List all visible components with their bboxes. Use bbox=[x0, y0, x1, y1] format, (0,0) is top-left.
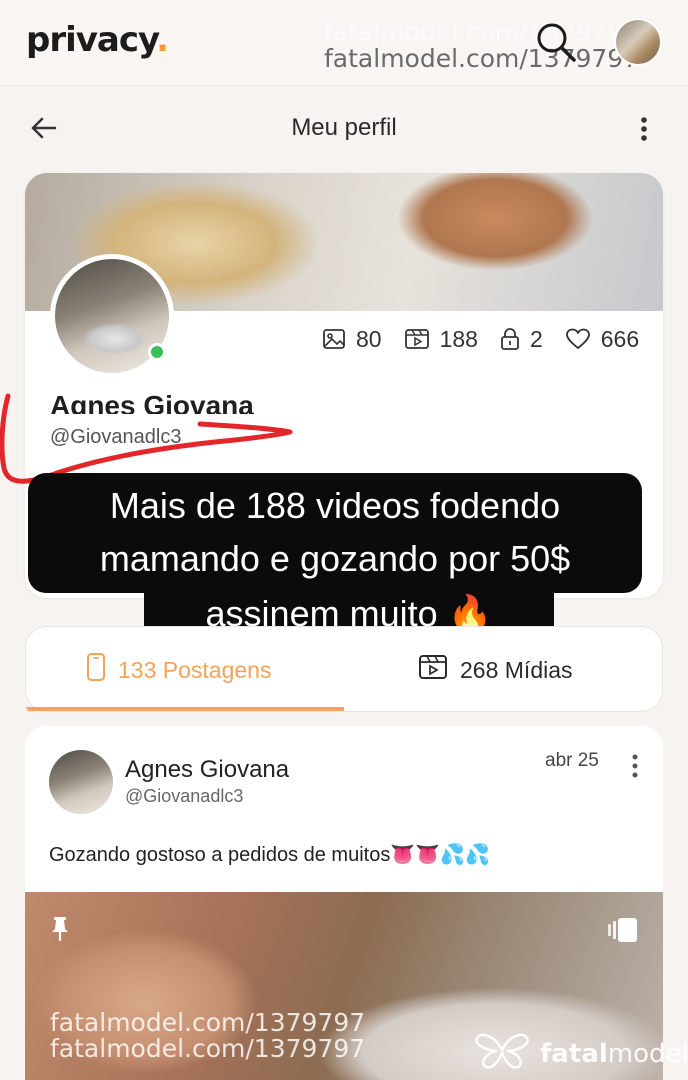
tab-posts[interactable]: 133 Postagens bbox=[86, 627, 271, 713]
post-author-avatar[interactable] bbox=[49, 750, 113, 814]
image-icon bbox=[322, 328, 346, 350]
video-icon bbox=[418, 654, 448, 686]
gallery-icon bbox=[607, 916, 639, 944]
watermark-ghost-text: fatalmodel.com/1379797 bbox=[324, 18, 640, 47]
more-vertical-icon[interactable] bbox=[625, 752, 645, 780]
stat-videos[interactable]: 188 bbox=[404, 326, 478, 353]
post-date: abr 25 bbox=[545, 750, 599, 771]
video-icon bbox=[404, 328, 430, 350]
privacy-logo[interactable]: privacy. bbox=[26, 20, 169, 60]
user-avatar[interactable] bbox=[614, 18, 662, 66]
post-author-handle[interactable]: @Giovanadlc3 bbox=[125, 786, 243, 807]
more-vertical-icon[interactable] bbox=[632, 114, 656, 144]
watermark-text-top: fatalmodel.com/1379797 bbox=[324, 44, 640, 73]
stat-photos[interactable]: 80 bbox=[322, 326, 382, 353]
lock-icon bbox=[500, 327, 520, 351]
phone-icon bbox=[86, 652, 106, 688]
stat-likes[interactable]: 666 bbox=[565, 326, 639, 353]
logo-dot: . bbox=[156, 20, 169, 60]
heart-icon bbox=[565, 328, 591, 350]
active-tab-indicator bbox=[26, 707, 344, 711]
post-text: Gozando gostoso a pedidos de muitos👅👅💦💦 bbox=[49, 844, 490, 866]
watermark-brand: fatalmodel bbox=[474, 1030, 688, 1077]
profile-stats: 80 188 2 666 bbox=[322, 324, 639, 354]
page-title: Meu perfil bbox=[291, 114, 397, 141]
tab-media[interactable]: 268 Mídias bbox=[418, 627, 573, 713]
stat-likes-count: 666 bbox=[600, 325, 640, 352]
watermark-brand-suffix: model bbox=[607, 1038, 688, 1069]
post-author-name[interactable]: Agnes Giovana bbox=[125, 756, 289, 784]
stat-locked[interactable]: 2 bbox=[500, 326, 543, 353]
watermark-text-bottom-1: fatalmodel.com/1379797 bbox=[50, 1008, 366, 1037]
caption-overlay: Mais de 188 videos fodendo mamando e goz… bbox=[28, 473, 642, 593]
tab-posts-label: 133 Postagens bbox=[118, 656, 272, 683]
stat-photos-count: 80 bbox=[356, 325, 382, 352]
search-icon[interactable] bbox=[534, 20, 578, 64]
online-status-dot bbox=[148, 343, 166, 361]
watermark-brand-prefix: fatal bbox=[540, 1038, 608, 1069]
caption-line-2: mamando e gozando por 50$ bbox=[99, 538, 571, 579]
tab-media-label: 268 Mídias bbox=[460, 656, 573, 683]
butterfly-icon bbox=[474, 1030, 530, 1077]
caption-line-1: Mais de 188 videos fodendo bbox=[109, 485, 561, 526]
stat-videos-count: 188 bbox=[439, 325, 478, 352]
logo-text: privacy bbox=[26, 20, 157, 60]
watermark-text-bottom-2: fatalmodel.com/1379797 bbox=[50, 1034, 366, 1063]
top-bar: privacy. fatalmodel.com/1379797 fatalmod… bbox=[0, 0, 688, 86]
pin-icon bbox=[49, 916, 71, 942]
profile-tabs: 133 Postagens 268 Mídias bbox=[25, 626, 663, 712]
stat-locked-count: 2 bbox=[529, 325, 543, 352]
